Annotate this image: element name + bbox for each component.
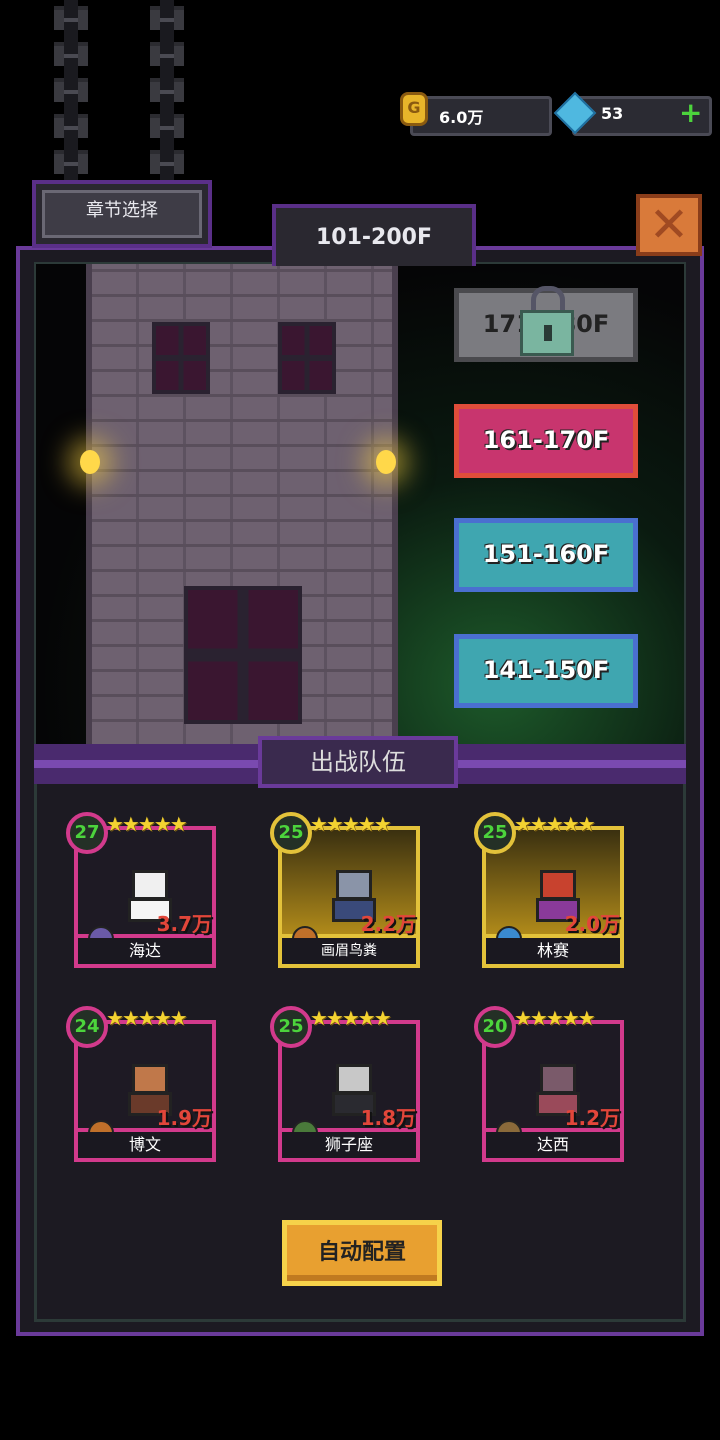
hero-card[interactable]: 狮子座 25 ★★★★★ 1.8万 xyxy=(270,1006,420,1162)
lock-icon xyxy=(520,286,574,356)
gold-coin-icon: G xyxy=(400,92,428,126)
hero-stars: ★★★★★ xyxy=(106,812,188,836)
hero-name: 狮子座 xyxy=(278,1132,420,1162)
tower-window xyxy=(184,586,302,724)
close-button[interactable]: ✕ xyxy=(636,194,702,256)
torch-left xyxy=(80,450,100,474)
hero-power: 3.7万 xyxy=(156,912,212,936)
hero-name: 博文 xyxy=(74,1132,216,1162)
chain-right xyxy=(150,0,184,180)
auto-config-button[interactable]: 自动配置 xyxy=(282,1220,442,1286)
hero-name: 达西 xyxy=(482,1132,624,1162)
gem-amount: 53 xyxy=(601,104,624,123)
hero-level: 25 xyxy=(270,1006,312,1048)
hero-level: 24 xyxy=(66,1006,108,1048)
hero-stars: ★★★★★ xyxy=(514,812,596,836)
hero-card[interactable]: 博文 24 ★★★★★ 1.9万 xyxy=(66,1006,216,1162)
hero-card[interactable]: 达西 20 ★★★★★ 1.2万 xyxy=(474,1006,624,1162)
hero-level: 20 xyxy=(474,1006,516,1048)
chapter-select-label: 章节选择 xyxy=(42,190,202,238)
hero-level: 25 xyxy=(270,812,312,854)
team-title: 出战队伍 xyxy=(258,736,458,788)
hero-level: 25 xyxy=(474,812,516,854)
gold-amount: 6.0万 xyxy=(439,108,484,127)
hero-level: 27 xyxy=(66,812,108,854)
floor-button[interactable]: 141-150F xyxy=(454,634,638,708)
chain-left xyxy=(54,0,88,180)
hero-card[interactable]: 海达 27 ★★★★★ 3.7万 xyxy=(66,812,216,968)
hero-name: 林赛 xyxy=(482,938,624,968)
hero-power: 2.2万 xyxy=(360,912,416,936)
hero-stars: ★★★★★ xyxy=(106,1006,188,1030)
hero-name: 海达 xyxy=(74,938,216,968)
hero-name: 画眉鸟粪 xyxy=(278,938,420,968)
hero-power: 1.9万 xyxy=(156,1106,212,1130)
hero-power: 2.0万 xyxy=(564,912,620,936)
torch-right xyxy=(376,450,396,474)
hero-stars: ★★★★★ xyxy=(310,812,392,836)
hero-card[interactable]: 林赛 25 ★★★★★ 2.0万 xyxy=(474,812,624,968)
close-icon: ✕ xyxy=(648,197,690,253)
chapter-select-button[interactable]: 章节选择 xyxy=(32,180,212,248)
gold-bar: 6.0万 xyxy=(410,96,552,136)
floor-button-current[interactable]: 161-170F xyxy=(454,404,638,478)
hero-stars: ★★★★★ xyxy=(310,1006,392,1030)
hero-stars: ★★★★★ xyxy=(514,1006,596,1030)
tower-window xyxy=(278,322,336,394)
add-gems-icon[interactable]: + xyxy=(679,99,702,127)
hero-power: 1.8万 xyxy=(360,1106,416,1130)
hero-card[interactable]: 画眉鸟粪 25 ★★★★★ 2.2万 xyxy=(270,812,420,968)
floor-button[interactable]: 151-160F xyxy=(454,518,638,592)
tower-image xyxy=(86,264,398,744)
floor-range-title: 101-200F xyxy=(272,204,476,266)
tower-window xyxy=(152,322,210,394)
hero-power: 1.2万 xyxy=(564,1106,620,1130)
